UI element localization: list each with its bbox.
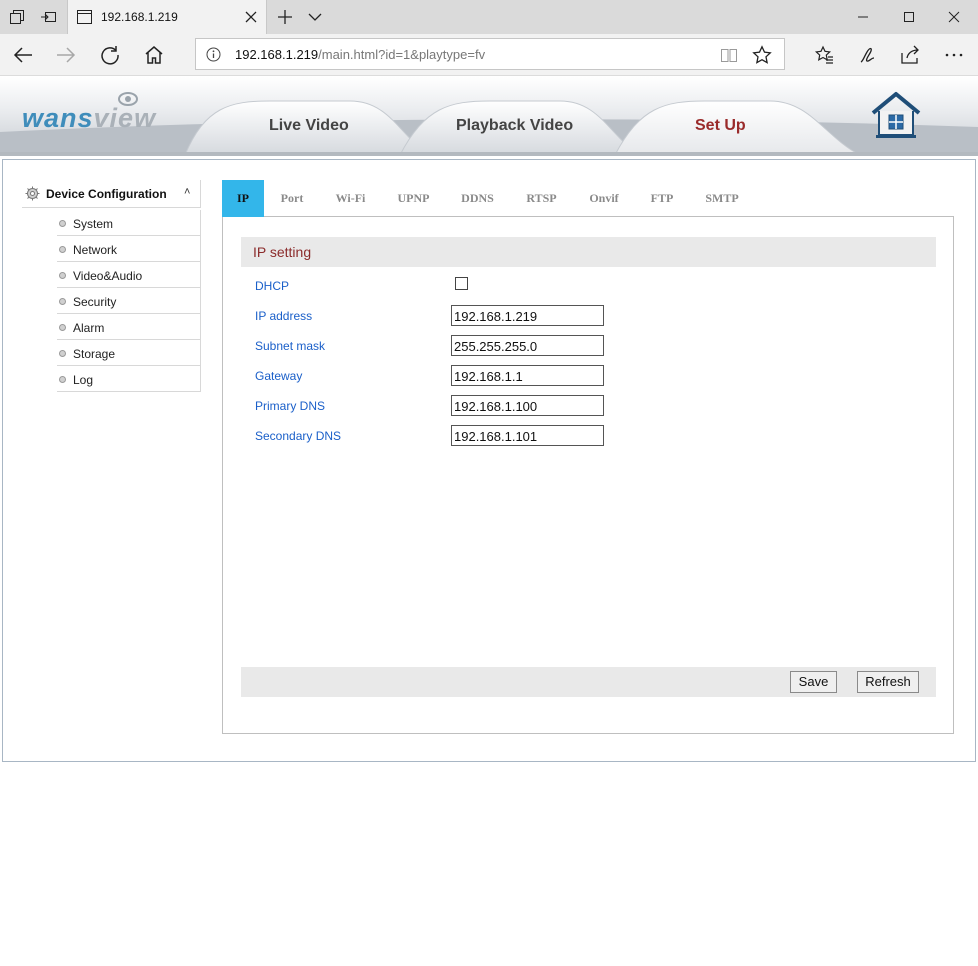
tab-ddns[interactable]: DDNS	[455, 180, 500, 217]
refresh-icon[interactable]	[99, 44, 121, 66]
secondary-dns-input[interactable]	[451, 425, 604, 446]
dhcp-checkbox[interactable]	[455, 277, 468, 290]
collapse-caret-icon[interactable]: ˄	[184, 186, 190, 198]
logo-text-dim: view	[93, 103, 157, 133]
maximize-button[interactable]	[886, 0, 932, 34]
bullet-icon	[59, 350, 66, 357]
url-path: /main.html?id=1&playtype=fv	[318, 47, 486, 62]
logo-eye-icon	[118, 92, 138, 106]
url-text[interactable]: 192.168.1.219/main.html?id=1&playtype=fv	[235, 47, 485, 62]
close-window-button[interactable]	[931, 0, 977, 34]
wansview-logo: wansview	[22, 103, 156, 134]
sidebar-title: Device Configuration	[46, 187, 167, 201]
sidebar-item-label: Log	[73, 373, 94, 387]
sidebar-item-label: Video&Audio	[73, 269, 143, 283]
gateway-label: Gateway	[255, 369, 303, 383]
sidebar-item-video-audio[interactable]: Video&Audio	[57, 262, 201, 288]
ip-setting-header: IP setting	[241, 237, 936, 267]
sidebar-item-network[interactable]: Network	[57, 236, 201, 262]
sidebar-item-alarm[interactable]: Alarm	[57, 314, 201, 340]
tab-title: 192.168.1.219	[101, 10, 178, 24]
bullet-icon	[59, 220, 66, 227]
content-panel	[222, 216, 954, 734]
dhcp-label: DHCP	[255, 279, 290, 293]
sidebar-item-label: Network	[73, 243, 118, 257]
sidebar-header[interactable]: Device Configuration ˄	[22, 180, 201, 208]
section-title: IP setting	[253, 244, 312, 260]
page-header: wansview Live Video Playback Video Set U…	[0, 77, 978, 155]
home-icon[interactable]	[143, 44, 165, 66]
minimize-button[interactable]	[840, 0, 886, 34]
more-options-icon[interactable]	[943, 44, 965, 66]
new-tab-icon[interactable]	[277, 9, 293, 25]
back-arrow-icon[interactable]	[12, 44, 34, 66]
bullet-icon	[59, 298, 66, 305]
ip-address-input[interactable]	[451, 305, 604, 326]
forward-arrow-icon[interactable]	[55, 44, 77, 66]
refresh-button[interactable]: Refresh	[857, 671, 919, 693]
reading-view-icon[interactable]	[720, 46, 738, 64]
favorites-icon[interactable]	[812, 44, 834, 66]
subnet-mask-label: Subnet mask	[255, 339, 326, 353]
browser-tab[interactable]: 192.168.1.219	[67, 0, 267, 34]
info-icon[interactable]	[206, 47, 221, 62]
nav-tab-live-video[interactable]: Live Video	[269, 117, 349, 135]
url-host: 192.168.1.219	[235, 47, 319, 62]
address-bar[interactable]: 192.168.1.219/main.html?id=1&playtype=fv	[195, 38, 785, 70]
sidebar-item-label: System	[73, 217, 114, 231]
maximize-icon	[904, 12, 914, 22]
sidebar-item-system[interactable]: System	[57, 210, 201, 236]
primary-dns-input[interactable]	[451, 395, 604, 416]
sidebar-item-label: Security	[73, 295, 117, 309]
gateway-input[interactable]	[451, 365, 604, 386]
tab-ip[interactable]: IP	[222, 180, 264, 217]
bullet-icon	[59, 324, 66, 331]
page-icon	[77, 10, 92, 24]
sidebar-item-storage[interactable]: Storage	[57, 340, 201, 366]
nav-tab-set-up[interactable]: Set Up	[695, 117, 746, 135]
tab-smtp[interactable]: SMTP	[699, 180, 745, 217]
tab-ftp[interactable]: FTP	[643, 180, 681, 217]
close-tab-icon[interactable]	[244, 10, 258, 24]
primary-dns-label: Primary DNS	[255, 399, 326, 413]
secondary-dns-label: Secondary DNS	[255, 429, 342, 443]
browser-navbar: 192.168.1.219/main.html?id=1&playtype=fv	[0, 34, 978, 76]
tab-upnp[interactable]: UPNP	[391, 180, 436, 217]
sidebar-item-security[interactable]: Security	[57, 288, 201, 314]
tab-wifi[interactable]: Wi-Fi	[328, 180, 373, 217]
subnet-mask-input[interactable]	[451, 335, 604, 356]
chevron-down-icon[interactable]	[307, 9, 323, 25]
bullet-icon	[59, 246, 66, 253]
nav-tab-playback-video[interactable]: Playback Video	[456, 117, 573, 135]
share-icon[interactable]	[899, 44, 921, 66]
bullet-icon	[59, 376, 66, 383]
tab-onvif[interactable]: Onvif	[583, 180, 625, 217]
set-tabs-aside-icon[interactable]	[40, 9, 56, 25]
sidebar-item-label: Storage	[73, 347, 116, 361]
tab-rtsp[interactable]: RTSP	[519, 180, 564, 217]
tab-actions-icon[interactable]	[9, 9, 25, 25]
save-button[interactable]: Save	[790, 671, 837, 693]
sidebar-item-label: Alarm	[73, 321, 105, 335]
bullet-icon	[59, 272, 66, 279]
gear-icon	[25, 186, 40, 201]
tab-port[interactable]: Port	[272, 180, 312, 217]
browser-titlebar: 192.168.1.219	[0, 0, 978, 34]
close-icon	[948, 11, 960, 23]
ip-address-label: IP address	[255, 309, 313, 323]
house-icon[interactable]	[869, 91, 923, 139]
sidebar-item-log[interactable]: Log	[57, 366, 201, 392]
web-note-pen-icon[interactable]	[857, 44, 879, 66]
header-divider	[0, 152, 978, 156]
logo-text-main: wans	[22, 103, 94, 133]
minimize-icon	[858, 16, 868, 18]
star-icon[interactable]	[752, 45, 772, 65]
